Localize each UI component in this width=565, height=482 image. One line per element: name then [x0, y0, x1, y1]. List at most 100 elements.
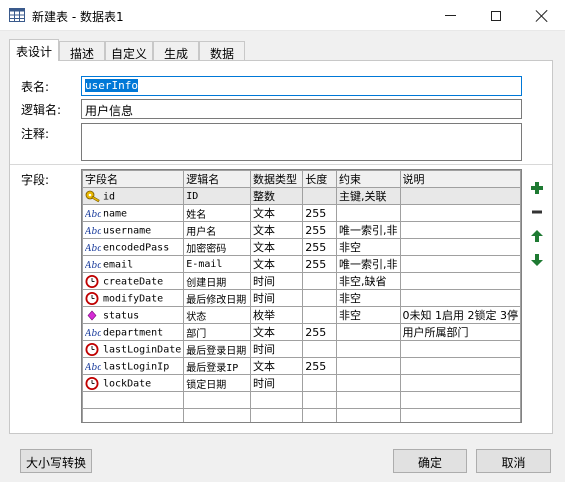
tab-data[interactable]: 数据 — [199, 41, 245, 61]
constraint-cell[interactable] — [336, 323, 401, 341]
length-cell[interactable]: 255 — [302, 221, 337, 239]
logical-name-cell[interactable]: E-mail — [183, 255, 251, 273]
col-header-data-type[interactable]: 数据类型 — [249, 170, 304, 188]
tab-table-design[interactable]: 表设计 — [9, 39, 59, 61]
constraint-cell[interactable] — [336, 374, 401, 392]
description-cell[interactable] — [399, 221, 521, 239]
table-row[interactable]: Abc department 部门 文本 255 用户所属部门 — [82, 323, 521, 341]
close-button[interactable] — [519, 0, 565, 31]
constraint-cell[interactable] — [336, 340, 401, 358]
data-type-cell[interactable]: 时间 — [249, 374, 304, 392]
field-name-cell[interactable]: createDate — [82, 272, 185, 290]
data-type-cell[interactable]: 整数 — [249, 187, 304, 205]
length-cell[interactable] — [302, 340, 337, 358]
length-cell[interactable] — [302, 187, 337, 205]
logical-name-input[interactable]: 用户信息 — [81, 99, 522, 119]
data-type-cell[interactable]: 文本 — [249, 204, 304, 222]
cancel-button[interactable]: 取消 — [476, 449, 551, 473]
data-type-cell[interactable]: 文本 — [249, 221, 304, 239]
table-row[interactable]: modifyDate 最后修改日期 时间 非空 — [82, 289, 521, 307]
logical-name-cell[interactable]: 锁定日期 — [183, 374, 251, 392]
logical-name-cell[interactable]: 部门 — [183, 323, 251, 341]
field-name-cell[interactable]: Abc lastLoginIp — [82, 357, 185, 375]
table-row[interactable]: status 状态 枚举 非空 0未知 1启用 2锁定 3停 — [82, 306, 521, 324]
description-cell[interactable] — [399, 272, 521, 290]
data-type-cell[interactable]: 时间 — [249, 272, 304, 290]
field-name-cell[interactable]: Abc department — [82, 323, 185, 341]
length-cell[interactable] — [302, 374, 337, 392]
col-header-constraint[interactable]: 约束 — [336, 170, 401, 188]
data-type-cell[interactable]: 枚举 — [249, 306, 304, 324]
logical-name-cell[interactable]: 用户名 — [183, 221, 251, 239]
table-row[interactable]: id ID 整数 主键,关联 — [82, 187, 521, 205]
remove-field-icon[interactable] — [530, 205, 544, 219]
field-name-cell[interactable]: lastLoginDate — [82, 340, 185, 358]
description-cell[interactable] — [399, 238, 521, 256]
length-cell[interactable]: 255 — [302, 357, 337, 375]
logical-name-cell[interactable]: 状态 — [183, 306, 251, 324]
length-cell[interactable]: 255 — [302, 204, 337, 222]
table-row[interactable]: lockDate 锁定日期 时间 — [82, 374, 521, 392]
description-cell[interactable] — [399, 289, 521, 307]
field-name-cell[interactable]: Abc encodedPass — [82, 238, 185, 256]
col-header-field-name[interactable]: 字段名 — [82, 170, 185, 188]
description-cell[interactable] — [399, 340, 521, 358]
ok-button[interactable]: 确定 — [393, 449, 467, 473]
field-name-cell[interactable]: lockDate — [82, 374, 185, 392]
tab-custom[interactable]: 自定义 — [105, 41, 153, 61]
col-header-description[interactable]: 说明 — [399, 170, 521, 188]
maximize-button[interactable] — [473, 0, 519, 31]
constraint-cell[interactable]: 非空 — [336, 238, 401, 256]
table-row[interactable]: Abc encodedPass 加密密码 文本 255 非空 — [82, 238, 521, 256]
field-name-cell[interactable]: modifyDate — [82, 289, 185, 307]
description-cell[interactable] — [399, 204, 521, 222]
data-type-cell[interactable]: 时间 — [249, 340, 304, 358]
description-cell[interactable] — [399, 187, 521, 205]
length-cell[interactable]: 255 — [302, 323, 337, 341]
logical-name-cell[interactable]: 最后登录IP — [183, 357, 251, 375]
logical-name-cell[interactable]: ID — [183, 187, 251, 205]
description-cell[interactable] — [399, 357, 521, 375]
table-row[interactable]: Abc username 用户名 文本 255 唯一索引,非 — [82, 221, 521, 239]
tab-description[interactable]: 描述 — [59, 41, 105, 61]
logical-name-cell[interactable]: 加密密码 — [183, 238, 251, 256]
length-cell[interactable] — [302, 306, 337, 324]
data-type-cell[interactable]: 文本 — [249, 357, 304, 375]
description-cell[interactable] — [399, 374, 521, 392]
fields-grid[interactable]: 字段名 逻辑名 数据类型 长度 约束 说明 id ID 整数 主键,关联 Abc name… — [81, 169, 522, 423]
length-cell[interactable]: 255 — [302, 238, 337, 256]
table-row[interactable]: createDate 创建日期 时间 非空,缺省 — [82, 272, 521, 290]
table-row[interactable]: Abc lastLoginIp 最后登录IP 文本 255 — [82, 357, 521, 375]
logical-name-cell[interactable]: 创建日期 — [183, 272, 251, 290]
data-type-cell[interactable]: 文本 — [249, 238, 304, 256]
col-header-length[interactable]: 长度 — [302, 170, 337, 188]
length-cell[interactable]: 255 — [302, 255, 337, 273]
constraint-cell[interactable]: 唯一索引,非 — [336, 255, 401, 273]
field-name-cell[interactable]: Abc username — [82, 221, 185, 239]
minimize-button[interactable] — [427, 0, 473, 31]
constraint-cell[interactable]: 非空 — [336, 306, 401, 324]
logical-name-cell[interactable]: 最后登录日期 — [183, 340, 251, 358]
col-header-logical-name[interactable]: 逻辑名 — [183, 170, 251, 188]
length-cell[interactable] — [302, 272, 337, 290]
data-type-cell[interactable]: 文本 — [249, 255, 304, 273]
table-row[interactable]: Abc email E-mail 文本 255 唯一索引,非 — [82, 255, 521, 273]
logical-name-cell[interactable]: 最后修改日期 — [183, 289, 251, 307]
constraint-cell[interactable]: 主键,关联 — [336, 187, 401, 205]
constraint-cell[interactable]: 非空 — [336, 289, 401, 307]
case-convert-button[interactable]: 大小写转换 — [20, 449, 92, 473]
add-field-icon[interactable] — [530, 181, 544, 195]
move-up-icon[interactable] — [530, 229, 544, 243]
data-type-cell[interactable]: 时间 — [249, 289, 304, 307]
comment-textarea[interactable] — [81, 123, 522, 161]
description-cell[interactable] — [399, 255, 521, 273]
constraint-cell[interactable]: 唯一索引,非 — [336, 221, 401, 239]
constraint-cell[interactable] — [336, 357, 401, 375]
field-name-cell[interactable]: Abc name — [82, 204, 185, 222]
field-name-cell[interactable]: id — [82, 187, 185, 205]
move-down-icon[interactable] — [530, 253, 544, 267]
description-cell[interactable]: 0未知 1启用 2锁定 3停 — [399, 306, 521, 324]
table-row[interactable]: Abc name 姓名 文本 255 — [82, 204, 521, 222]
field-name-cell[interactable]: status — [82, 306, 185, 324]
table-name-input[interactable]: userInfo — [81, 76, 522, 96]
